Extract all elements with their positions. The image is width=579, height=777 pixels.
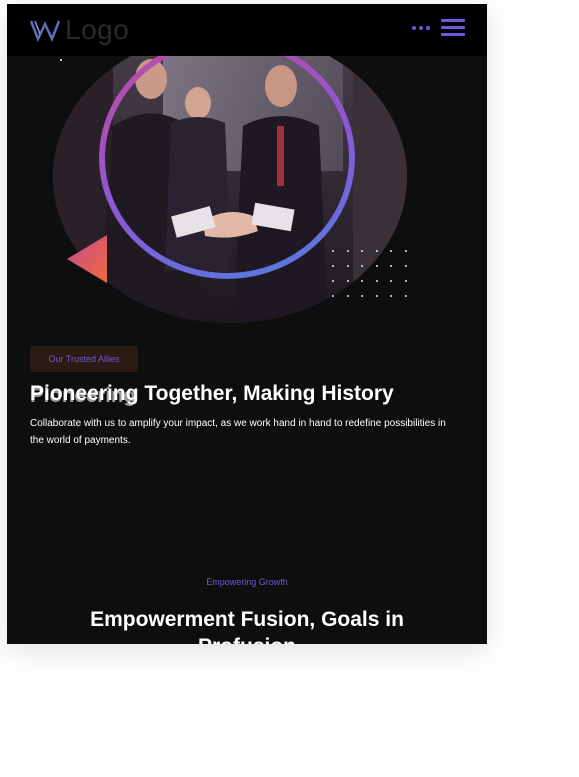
logo[interactable]: Logo: [29, 14, 129, 46]
decorative-dot: [60, 59, 62, 61]
dots-icon[interactable]: [412, 26, 430, 30]
growth-kicker: Empowering Growth: [206, 577, 288, 587]
allies-description: Collaborate with us to amplify your impa…: [30, 418, 446, 446]
play-triangle-icon: [67, 235, 107, 283]
logo-text: Logo: [65, 14, 130, 45]
w-logo-icon: [29, 20, 61, 42]
decorative-dot-grid: [332, 250, 419, 310]
allies-title: Pioneering Together, Making History: [30, 382, 394, 405]
growth-title: Empowerment Fusion, Goals in Profusion: [90, 608, 404, 644]
gradient-ring: [99, 37, 355, 279]
top-navbar: Logo: [7, 4, 487, 56]
hamburger-menu-icon[interactable]: [441, 19, 465, 37]
trusted-allies-badge: Our Trusted Allies: [30, 346, 138, 372]
page-frame: Logo Our Trusted Allies Pioneering Pione…: [7, 4, 487, 644]
